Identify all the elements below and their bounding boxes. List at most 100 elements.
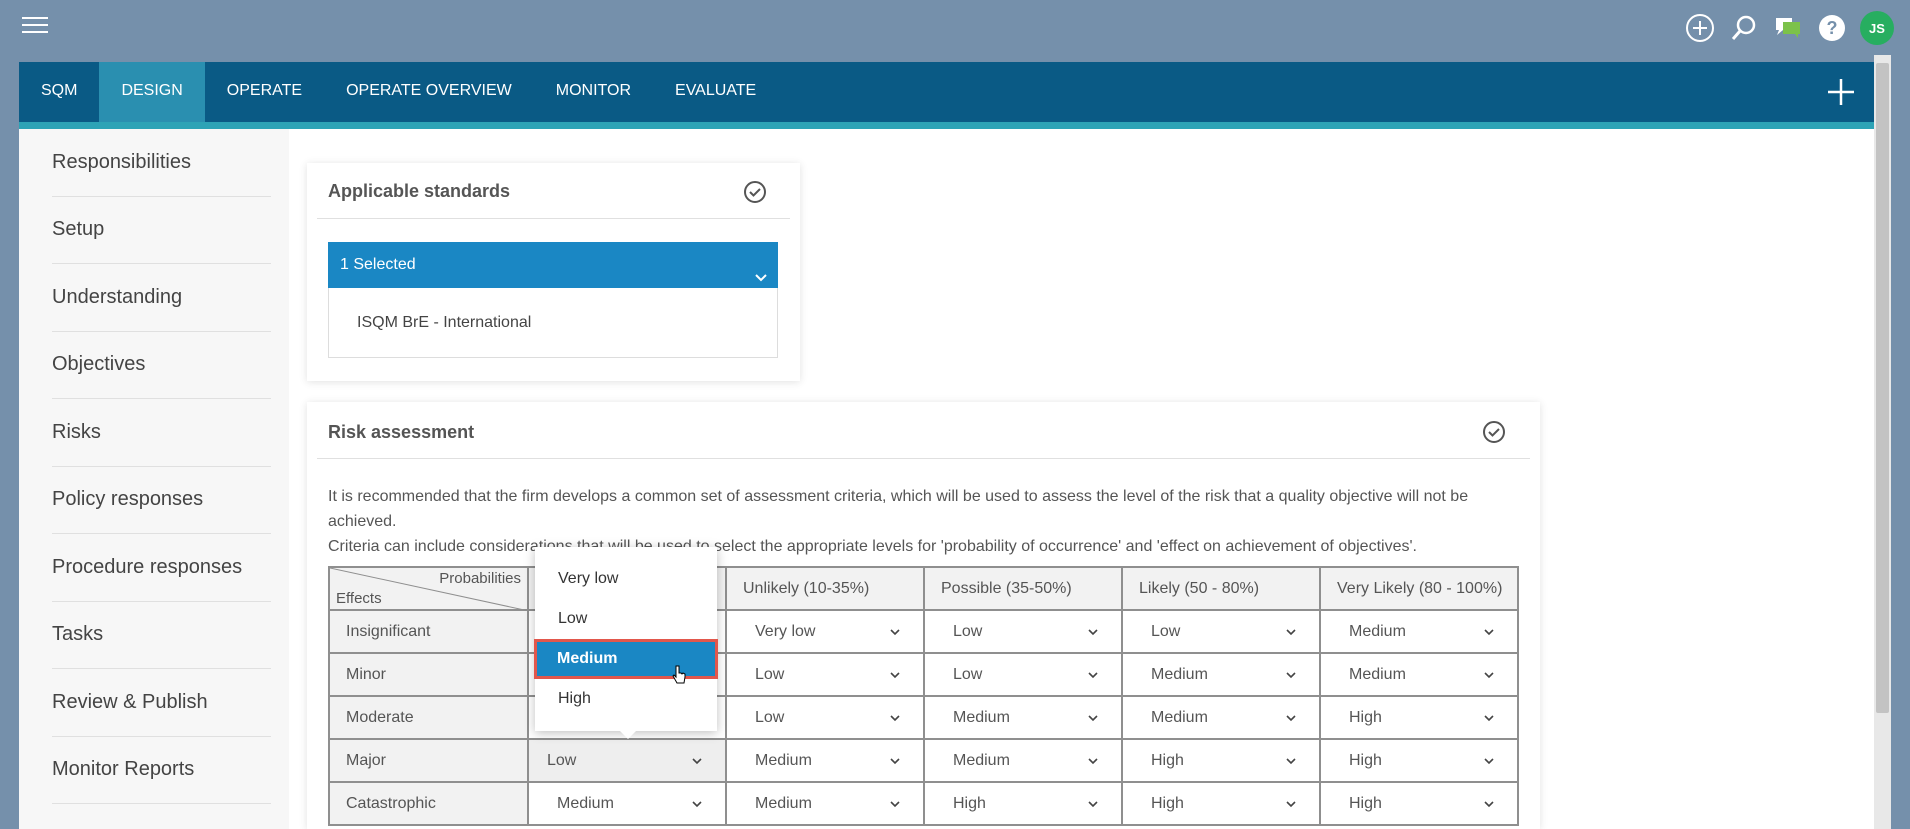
table-row: Catastrophic Medium Medium High High Hig…	[328, 781, 1519, 826]
tab-operate-overview[interactable]: OPERATE OVERVIEW	[324, 62, 534, 124]
risk-level-select[interactable]: Medium	[1121, 695, 1321, 740]
risk-level-select[interactable]: Low	[527, 738, 727, 783]
risk-level-select[interactable]: Medium	[1319, 652, 1519, 697]
risk-level-select[interactable]: Medium	[527, 781, 727, 826]
column-header: Likely (50 - 80%)	[1121, 566, 1321, 611]
sidebar: Responsibilities Setup Understanding Obj…	[19, 129, 289, 829]
chevron-down-icon	[1088, 715, 1098, 722]
table-row: Insignificant Very low Low Low Medium	[328, 609, 1519, 654]
chevron-down-icon	[890, 801, 900, 808]
sidebar-item-risks[interactable]: Risks	[52, 399, 271, 467]
risk-level-select[interactable]: Low	[1121, 609, 1321, 654]
table-row: Major Low Medium Medium High High	[328, 738, 1519, 783]
risk-level-select[interactable]: Low	[923, 609, 1123, 654]
risk-level-value: Medium	[755, 794, 812, 812]
help-icon[interactable]: ?	[1816, 12, 1848, 44]
dropdown-option-medium[interactable]: Medium	[534, 639, 718, 679]
risk-level-select[interactable]: Low	[725, 652, 925, 697]
tab-sqm[interactable]: SQM	[19, 62, 99, 124]
top-bar: ? JS	[0, 0, 1910, 55]
sidebar-item-setup[interactable]: Setup	[52, 197, 271, 264]
risk-title: Risk assessment	[328, 422, 475, 442]
risk-description-line: Criteria can include considerations that…	[328, 538, 1417, 555]
chevron-down-icon	[1088, 672, 1098, 679]
risk-level-select[interactable]: Medium	[1121, 652, 1321, 697]
risk-matrix: Probabilities Effects Unlikely (10-35%) …	[328, 566, 1519, 826]
risk-level-value: Medium	[953, 751, 1010, 769]
risk-level-select[interactable]: Medium	[725, 781, 925, 826]
dropdown-option-high[interactable]: High	[535, 679, 717, 719]
hamburger-menu-icon[interactable]	[22, 17, 48, 37]
risk-level-select[interactable]: Medium	[923, 695, 1123, 740]
scrollbar-thumb[interactable]	[1876, 63, 1889, 713]
risk-level-select[interactable]: High	[1121, 738, 1321, 783]
chevron-down-icon	[1286, 758, 1296, 765]
risk-level-select[interactable]: Low	[725, 695, 925, 740]
chevron-down-icon	[890, 715, 900, 722]
chevron-down-icon	[692, 801, 702, 808]
risk-level-select[interactable]: Medium	[923, 738, 1123, 783]
divider	[317, 218, 790, 219]
risk-level-select[interactable]: High	[1319, 781, 1519, 826]
top-icons: ? JS	[1684, 11, 1894, 45]
chevron-down-icon	[1088, 801, 1098, 808]
risk-level-value: High	[1349, 708, 1382, 726]
risk-level-value: Medium	[1151, 665, 1208, 683]
row-header: Moderate	[328, 695, 529, 740]
table-row: Moderate Low Medium Medium High	[328, 695, 1519, 740]
standards-selected-label: 1 Selected	[340, 256, 416, 273]
standards-title: Applicable standards	[328, 181, 511, 201]
check-circle-icon[interactable]	[1482, 420, 1506, 444]
standards-list: ISQM BrE - International	[328, 288, 778, 358]
risk-level-value: Low	[755, 708, 785, 726]
risk-level-value: Low	[1151, 622, 1181, 640]
sidebar-item-tasks[interactable]: Tasks	[52, 602, 271, 669]
chat-icon[interactable]	[1772, 12, 1804, 44]
scrollbar[interactable]	[1874, 55, 1891, 829]
risk-level-select[interactable]: Medium	[725, 738, 925, 783]
check-circle-icon[interactable]	[743, 180, 767, 204]
sidebar-item-procedure-responses[interactable]: Procedure responses	[52, 534, 271, 602]
add-circle-icon[interactable]	[1684, 12, 1716, 44]
risk-level-value: High	[1349, 794, 1382, 812]
sidebar-item-monitor-reports[interactable]: Monitor Reports	[52, 737, 271, 804]
tab-design[interactable]: DESIGN	[99, 62, 205, 124]
divider	[317, 458, 1530, 459]
risk-level-select[interactable]: Very low	[725, 609, 925, 654]
tab-evaluate[interactable]: EVALUATE	[653, 62, 778, 124]
dropdown-option-low[interactable]: Low	[535, 599, 717, 639]
svg-text:?: ?	[1827, 18, 1838, 38]
sidebar-item-responsibilities[interactable]: Responsibilities	[52, 129, 271, 197]
standards-select[interactable]: 1 Selected	[328, 242, 778, 288]
risk-level-value: Very low	[755, 622, 816, 640]
sidebar-item-understanding[interactable]: Understanding	[52, 264, 271, 332]
column-header: Unlikely (10-35%)	[725, 566, 925, 611]
main-nav: SQM DESIGN OPERATE OPERATE OVERVIEW MONI…	[19, 62, 1875, 124]
search-icon[interactable]	[1728, 12, 1760, 44]
risk-level-select[interactable]: High	[923, 781, 1123, 826]
risk-level-select[interactable]: Medium	[1319, 609, 1519, 654]
risk-level-value: Low	[953, 622, 983, 640]
tab-operate[interactable]: OPERATE	[205, 62, 324, 124]
dropdown-option-very-low[interactable]: Very low	[535, 559, 717, 599]
add-icon[interactable]	[1825, 76, 1857, 108]
chevron-down-icon	[1286, 801, 1296, 808]
tab-monitor[interactable]: MONITOR	[534, 62, 653, 124]
chevron-down-icon	[1286, 629, 1296, 636]
sidebar-item-review-publish[interactable]: Review & Publish	[52, 669, 271, 737]
risk-level-select[interactable]: High	[1319, 738, 1519, 783]
sidebar-item-objectives[interactable]: Objectives	[52, 332, 271, 399]
sidebar-item-policy-responses[interactable]: Policy responses	[52, 467, 271, 534]
chevron-down-icon	[692, 758, 702, 765]
row-header: Minor	[328, 652, 529, 697]
chevron-down-icon	[1484, 672, 1494, 679]
risk-level-value: Low	[755, 665, 785, 683]
risk-level-select[interactable]: High	[1121, 781, 1321, 826]
risk-level-select[interactable]: Low	[923, 652, 1123, 697]
list-item[interactable]: ISQM BrE - International	[357, 314, 777, 332]
risk-level-value: High	[1151, 794, 1184, 812]
risk-level-select[interactable]: High	[1319, 695, 1519, 740]
risk-level-value: High	[1349, 751, 1382, 769]
avatar[interactable]: JS	[1860, 11, 1894, 45]
nav-stripe	[19, 122, 1875, 129]
